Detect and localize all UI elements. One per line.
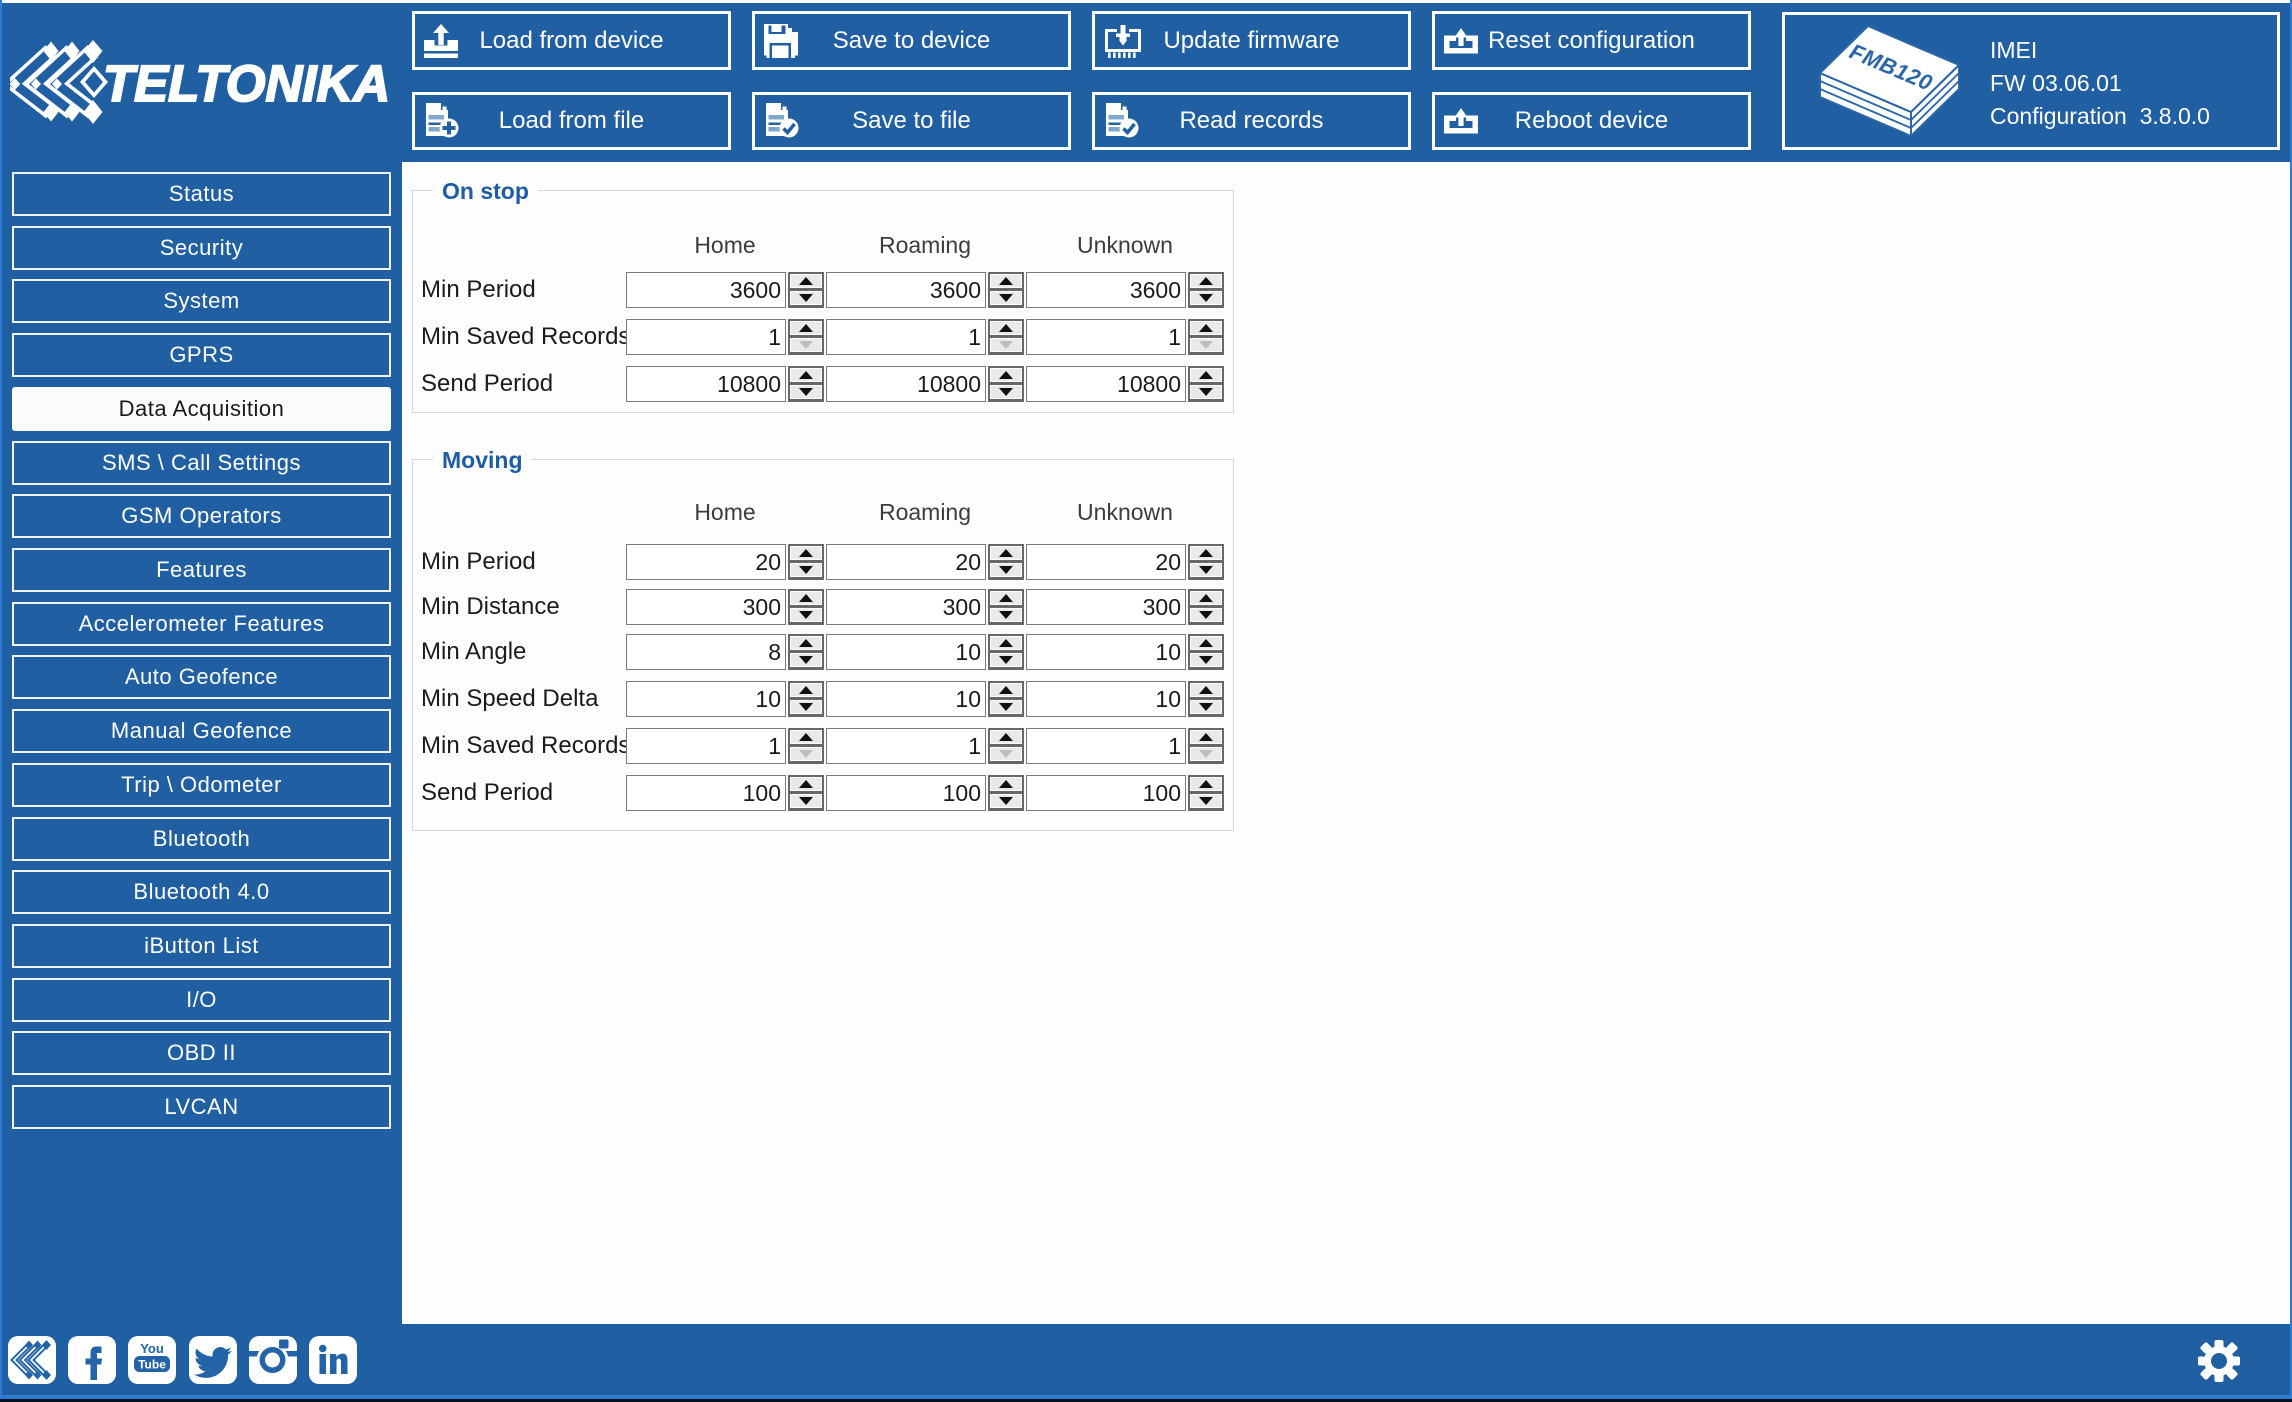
svg-text:TELTONIKA: TELTONIKA [103,55,390,112]
svg-text:You: You [140,1341,164,1356]
svg-text:Tube: Tube [138,1358,166,1372]
